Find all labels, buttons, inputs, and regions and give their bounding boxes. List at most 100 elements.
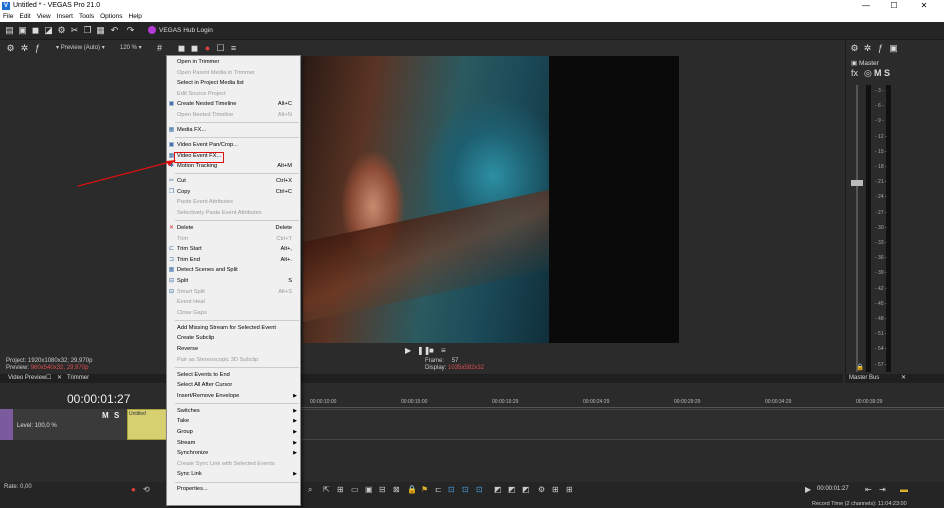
master-fx-icon[interactable]: ƒ [876, 44, 885, 53]
cut-icon[interactable]: ✂ [70, 26, 79, 35]
timeline-ruler[interactable]: 00:00:10:00 00:00:15:00 00:00:19:29 00:00:2… [300, 398, 944, 408]
ignore-grouping-icon[interactable]: ◩ [508, 485, 516, 494]
menu-item-reverse[interactable]: Reverse [167, 344, 300, 355]
menu-item-trim-end[interactable]: ⊐ Trim End Alt+. [167, 255, 300, 266]
master-render-icon[interactable]: ▣ [889, 44, 898, 53]
save-snapshot-icon[interactable]: ◼ [190, 44, 199, 53]
timeline-search-icon[interactable]: ⌕ [308, 485, 312, 495]
tab-close-x-icon[interactable]: ✕ [57, 374, 62, 383]
record-button-icon[interactable]: ● [131, 485, 136, 494]
menu-item-properties[interactable]: Properties... [167, 484, 300, 495]
menu-item-create-subclip[interactable]: Create Subclip [167, 333, 300, 344]
menu-item-take[interactable]: Take ▶ [167, 416, 300, 427]
menu-tools[interactable]: Tools [76, 12, 97, 22]
master-mute-button[interactable]: M [874, 68, 882, 78]
snapshot-icon[interactable]: ◼ [177, 44, 186, 53]
menu-file[interactable]: File [0, 12, 16, 22]
menu-item-copy[interactable]: ❐ Copy Ctrl+C [167, 187, 300, 198]
menu-help[interactable]: Help [126, 12, 145, 22]
video-track-header[interactable]: M S Level: 100,0 % [0, 409, 127, 440]
maximize-button[interactable]: ☐ [880, 0, 908, 12]
menu-item-group[interactable]: Group ▶ [167, 427, 300, 438]
menu-item-stream[interactable]: Stream ▶ [167, 438, 300, 449]
render-icon[interactable]: ◪ [44, 26, 53, 35]
split-screen-icon[interactable]: ✲ [20, 44, 29, 53]
marker-icon[interactable]: ⚑ [421, 485, 428, 494]
master-bus-close-icon[interactable]: ✕ [901, 375, 906, 381]
auto-ripple-icon[interactable]: ⊡ [462, 485, 469, 494]
copy-icon[interactable]: ❐ [83, 26, 92, 35]
lock-envelope-icon[interactable]: ◩ [494, 485, 502, 494]
loop-icon[interactable]: ⟲ [143, 485, 150, 494]
selection-tool-icon[interactable]: ▭ [351, 485, 359, 494]
menu-item-select-all-after-cursor[interactable]: Select All After Cursor [167, 380, 300, 391]
menu-lines-icon[interactable]: ≡ [229, 44, 238, 53]
auto-crossfade-icon[interactable]: ⊡ [476, 485, 483, 494]
record-icon[interactable]: ● [203, 44, 212, 53]
menu-item-trim-start[interactable]: ⊏ Trim Start Alt+, [167, 244, 300, 255]
menu-item-switches[interactable]: Switches ▶ [167, 406, 300, 417]
normal-edit-icon[interactable]: ⇱ [323, 485, 330, 494]
stop-icon[interactable]: ■ [429, 346, 434, 355]
menu-item-select-events-to-end[interactable]: Select Events to End [167, 370, 300, 381]
menu-item-detect-scenes-and-split[interactable]: ▦ Detect Scenes and Split [167, 265, 300, 276]
menu-insert[interactable]: Insert [54, 12, 76, 22]
settings-gear-icon[interactable]: ⚙ [6, 44, 15, 53]
master-split-icon[interactable]: ✲ [863, 44, 872, 53]
menu-options[interactable]: Options [97, 12, 125, 22]
paste-icon[interactable]: ▦ [96, 26, 105, 35]
menu-edit[interactable]: Edit [16, 12, 33, 22]
master-lock-icon[interactable]: 🔒 [856, 363, 864, 371]
zoom-tool-icon[interactable]: ▣ [365, 485, 373, 494]
overlay-icon[interactable]: ☐ [216, 44, 225, 53]
new-file-icon[interactable]: ▤ [5, 26, 14, 35]
close-button[interactable]: ✕ [910, 0, 938, 12]
properties-icon[interactable]: ⚙ [57, 26, 66, 35]
menu-item-video-event-pan-crop[interactable]: ▣ Video Event Pan/Crop... [167, 140, 300, 151]
master-record-icon[interactable]: ◎ [864, 68, 872, 79]
tab-trimmer[interactable]: Trimmer [67, 374, 89, 383]
play-icon[interactable]: ▶ [405, 346, 411, 355]
trim-tool-icon[interactable]: ⊠ [393, 485, 400, 494]
region-icon[interactable]: ⊏ [435, 485, 442, 494]
snap-icon[interactable]: ⊡ [448, 485, 455, 494]
nested-timeline-icon[interactable]: ⊞ [552, 485, 559, 494]
menu-item-delete[interactable]: ✕ Delete Delete [167, 223, 300, 234]
track-solo-button[interactable]: S [114, 411, 119, 420]
track-mute-button[interactable]: M [102, 411, 109, 420]
fx-icon[interactable]: ƒ [33, 44, 42, 53]
zoom-dropdown[interactable]: 120 % ▾ [120, 44, 142, 51]
lock-icon[interactable]: 🔒 [407, 485, 417, 494]
envelope-tool-icon[interactable]: ⊞ [337, 485, 344, 494]
menu-item-open-in-trimmer[interactable]: Open in Trimmer [167, 57, 300, 68]
menu-item-cut[interactable]: ✂ Cut Ctrl+X [167, 176, 300, 187]
menu-item-synchronize[interactable]: Synchronize ▶ [167, 448, 300, 459]
menu-item-sync-link[interactable]: Sync Link ▶ [167, 469, 300, 480]
split-tool-icon[interactable]: ⊟ [379, 485, 386, 494]
menu-item-media-fx[interactable]: ▦ Media FX... [167, 125, 300, 136]
menu-item-create-nested-timeline[interactable]: ▣ Create Nested Timeline Alt+C [167, 99, 300, 110]
save-icon[interactable]: ◼ [31, 26, 40, 35]
open-folder-icon[interactable]: ▣ [18, 26, 27, 35]
go-start-icon[interactable]: ⇤ [865, 485, 872, 494]
redo-icon[interactable]: ↷ [126, 26, 135, 35]
tab-close-icon[interactable]: ☐ [46, 374, 51, 383]
menu-item-insert-remove-envelope[interactable]: Insert/Remove Envelope ▶ [167, 391, 300, 402]
master-solo-button[interactable]: S [884, 68, 890, 78]
folder-icon[interactable]: ▬ [900, 485, 908, 494]
menu-item-add-missing-stream-for-selected-event[interactable]: Add Missing Stream for Selected Event [167, 323, 300, 334]
grid-icon[interactable]: # [155, 44, 164, 53]
go-end-icon[interactable]: ⇥ [879, 485, 886, 494]
vegas-hub-login[interactable]: VEGAS Hub Login [148, 26, 213, 35]
menu-item-select-in-project-media-list[interactable]: Select in Project Media list [167, 78, 300, 89]
menu-view[interactable]: View [34, 12, 54, 22]
master-fader-knob[interactable] [851, 180, 863, 186]
tab-video-preview[interactable]: Video Preview [8, 374, 46, 383]
undo-icon[interactable]: ↶ [110, 26, 119, 35]
menu-icon[interactable]: ≡ [441, 346, 446, 355]
video-clip-event[interactable]: Untitled [127, 409, 167, 440]
event-fx-icon[interactable]: ◩ [522, 485, 530, 494]
gear-icon[interactable]: ⚙ [538, 485, 545, 494]
fx-chain-icon[interactable]: ⊞ [566, 485, 573, 494]
master-bus-tab[interactable]: Master Bus ✕ [845, 374, 944, 383]
